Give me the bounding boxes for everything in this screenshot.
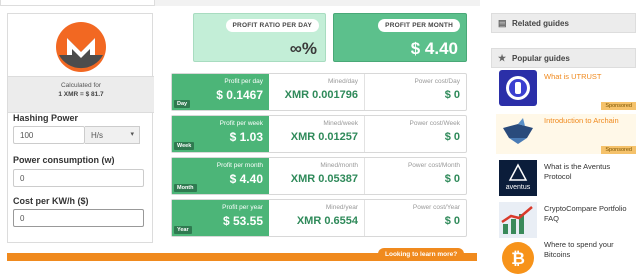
profit-row-month: Profit per month $ 4.40 Month Mined/mont…	[171, 157, 467, 195]
aventus-logo-text: aventus	[505, 184, 531, 191]
svg-text:₿: ₿	[511, 249, 525, 268]
bitcoin-icon: ₿	[499, 238, 537, 274]
power-cost-cell: Power cost/Month $ 0	[365, 158, 466, 194]
profit-cell: Profit per year $ 53.55 Year	[172, 200, 269, 236]
star-icon: ★	[498, 53, 507, 63]
mined-cell: Mined/day XMR 0.001796	[269, 74, 365, 110]
power-cost-label: Power cost/Day	[414, 78, 460, 85]
cost-per-kwh-input[interactable]: 0	[13, 209, 144, 227]
guide-item[interactable]: CryptoCompare Portfolio FAQ	[496, 202, 636, 242]
hashing-power-input[interactable]: 100	[13, 126, 85, 144]
power-cost-cell: Power cost/Week $ 0	[365, 116, 466, 152]
popular-guides-title: Popular guides	[512, 54, 570, 63]
mined-value: XMR 0.01257	[290, 131, 358, 143]
cost-per-kwh-label: Cost per KW/h ($)	[13, 196, 89, 206]
profit-value: $ 0.1467	[216, 88, 263, 102]
chart-arrow-icon	[499, 202, 537, 238]
power-cost-label: Power cost/Month	[407, 162, 460, 169]
hashing-power-label: Hashing Power	[13, 113, 79, 123]
hash-unit-value: H/s	[91, 131, 103, 140]
power-cost-cell: Power cost/Year $ 0	[365, 200, 466, 236]
related-guides-header[interactable]: ▤ Related guides	[491, 13, 636, 33]
profit-month-tag: PROFIT PER MONTH	[378, 19, 460, 32]
mined-value: XMR 0.05387	[290, 173, 358, 185]
power-cost-value: $ 0	[444, 173, 460, 185]
profit-row-day: Profit per day $ 0.1467 Day Mined/day XM…	[171, 73, 467, 111]
profit-ratio-box: PROFIT RATIO PER DAY ∞%	[193, 13, 326, 62]
tab-edge	[0, 0, 155, 6]
power-cost-cell: Power cost/Day $ 0	[365, 74, 466, 110]
mined-label: Mined/week	[323, 120, 358, 127]
hash-unit-select[interactable]: H/s ▾	[85, 126, 140, 144]
power-consumption-input[interactable]: 0	[13, 169, 144, 187]
profit-cell: Profit per week $ 1.03 Week	[172, 116, 269, 152]
guide-title: What is the Aventus Protocol	[544, 162, 611, 181]
profit-month-value: $ 4.40	[410, 39, 458, 58]
guide-item[interactable]: Introduction to Archain Sponsored	[496, 114, 636, 154]
mined-cell: Mined/year XMR 0.6554	[269, 200, 365, 236]
power-consumption-label: Power consumption (w)	[13, 155, 115, 165]
mined-label: Mined/month	[320, 162, 358, 169]
document-icon: ▤	[498, 18, 507, 28]
related-guides-title: Related guides	[512, 19, 569, 28]
profit-ratio-value: ∞%	[289, 39, 317, 58]
profit-value: $ 1.03	[229, 130, 263, 144]
guide-title: Where to spend your Bitcoins	[544, 240, 614, 259]
guide-item[interactable]: What is UTRUST Sponsored	[496, 70, 636, 110]
aventus-logo: aventus	[499, 160, 537, 196]
rate-info: Calculated for 1 XMR = $ 81.7	[8, 76, 154, 113]
power-cost-label: Power cost/Week	[409, 120, 460, 127]
popular-guides-header: ★ Popular guides	[491, 48, 636, 68]
power-cost-value: $ 0	[444, 131, 460, 143]
profit-label: Profit per month	[216, 162, 263, 169]
profit-label: Profit per day	[224, 78, 263, 85]
period-badge: Week	[174, 142, 195, 150]
mined-value: XMR 0.001796	[284, 89, 358, 101]
caret-down-icon: ▾	[130, 131, 134, 138]
power-cost-value: $ 0	[444, 215, 460, 227]
mined-value: XMR 0.6554	[296, 215, 358, 227]
exchange-rate: 1 XMR = $ 81.7	[58, 91, 104, 98]
period-badge: Day	[174, 100, 191, 108]
learn-more-button[interactable]: Looking to learn more?	[378, 248, 465, 261]
profit-value: $ 53.55	[222, 214, 263, 228]
guide-item[interactable]: ₿ Where to spend your Bitcoins	[496, 238, 636, 278]
guide-title: Introduction to Archain	[544, 116, 619, 125]
profit-row-year: Profit per year $ 53.55 Year Mined/year …	[171, 199, 467, 237]
guide-title: CryptoCompare Portfolio FAQ	[544, 204, 627, 223]
monero-logo	[8, 14, 154, 76]
profit-row-week: Profit per week $ 1.03 Week Mined/week X…	[171, 115, 467, 153]
mined-label: Mined/year	[325, 204, 358, 211]
profit-label: Profit per week	[219, 120, 263, 127]
power-cost-label: Power cost/Year	[412, 204, 460, 211]
mined-cell: Mined/month XMR 0.05387	[269, 158, 365, 194]
profit-month-box: PROFIT PER MONTH $ 4.40	[333, 13, 467, 62]
profit-ratio-tag: PROFIT RATIO PER DAY	[225, 19, 319, 32]
profit-label: Profit per year	[222, 204, 263, 211]
calculated-for-label: Calculated for	[60, 82, 102, 89]
period-badge: Year	[174, 226, 192, 234]
guide-title: What is UTRUST	[544, 72, 602, 81]
mined-label: Mined/day	[328, 78, 358, 85]
profit-value: $ 4.40	[229, 172, 263, 186]
archain-icon	[499, 114, 537, 150]
utrust-icon	[499, 70, 537, 106]
profit-cell: Profit per month $ 4.40 Month	[172, 158, 269, 194]
mined-cell: Mined/week XMR 0.01257	[269, 116, 365, 152]
profit-cell: Profit per day $ 0.1467 Day	[172, 74, 269, 110]
sponsored-badge: Sponsored	[601, 146, 636, 154]
guide-item[interactable]: aventus What is the Aventus Protocol	[496, 160, 636, 200]
period-badge: Month	[174, 184, 197, 192]
monero-icon	[56, 22, 106, 72]
sponsored-badge: Sponsored	[601, 102, 636, 110]
power-cost-value: $ 0	[444, 89, 460, 101]
